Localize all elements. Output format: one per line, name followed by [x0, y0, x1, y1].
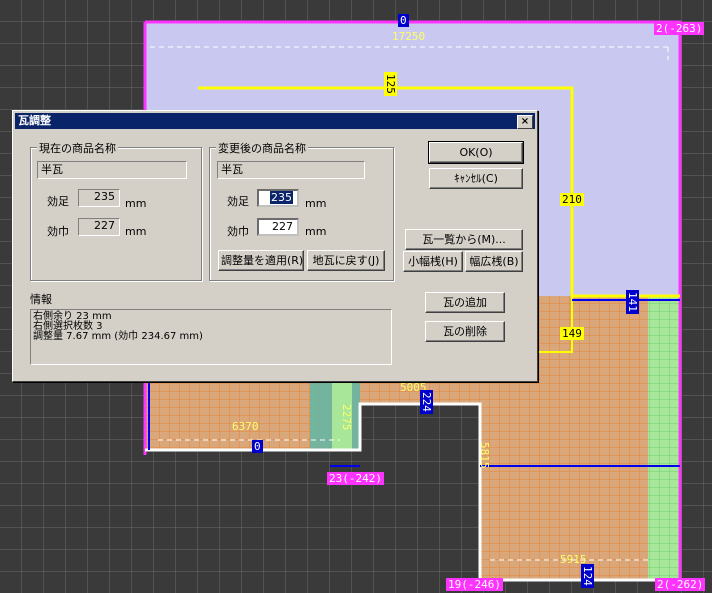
- group-title: 現在の商品名称: [37, 140, 118, 156]
- dim-label: 6370: [232, 420, 259, 433]
- point-label: 19(-246): [446, 578, 503, 591]
- current-kouashi-value: 235: [78, 189, 120, 207]
- current-kouhaba-label: 効巾: [47, 225, 69, 238]
- changed-product-name: 半瓦: [217, 161, 365, 179]
- current-kouhaba-value: 227: [78, 218, 120, 236]
- unit-label: mm: [305, 197, 327, 210]
- info-label: 情報: [30, 293, 52, 306]
- from-tile-list-button[interactable]: 瓦一覧から(M)...: [405, 229, 523, 250]
- dialog-titlebar[interactable]: 瓦調整 ×: [15, 113, 535, 129]
- tile-adjust-dialog: 瓦調整 × 現在の商品名称 半瓦 効足 235 mm 効巾 227 mm 変更後…: [12, 110, 538, 382]
- changed-kouhaba-input[interactable]: 227: [257, 218, 299, 236]
- selected-text: 235: [270, 191, 293, 204]
- dim-label: 0: [398, 14, 409, 27]
- cancel-button[interactable]: ｷｬﾝｾﾙ(C): [429, 168, 523, 189]
- current-product-name: 半瓦: [37, 161, 187, 179]
- restore-base-tile-button[interactable]: 地瓦に戻す(J): [307, 250, 385, 271]
- dim-label: 224: [420, 390, 433, 414]
- dialog-title: 瓦調整: [18, 114, 51, 127]
- info-box: 右側余り 23 mm 右側選択枚数 3 調整量 7.67 mm (効巾 234.…: [30, 309, 392, 365]
- dim-label: 149: [560, 327, 584, 340]
- changed-kouhaba-label: 効巾: [227, 225, 249, 238]
- ok-button[interactable]: OK(O): [428, 141, 524, 164]
- dim-label: 17250: [392, 30, 426, 43]
- dim-label: 5815: [478, 442, 491, 469]
- dim-label: 141: [626, 290, 639, 314]
- point-label: 23(-242): [327, 472, 384, 485]
- dim-label: 0: [252, 440, 263, 453]
- unit-label: mm: [125, 225, 147, 238]
- apply-adjust-button[interactable]: 調整量を適用(R): [218, 250, 304, 271]
- info-line: 調整量 7.67 mm (効巾 234.67 mm): [33, 331, 203, 342]
- group-title: 変更後の商品名称: [216, 140, 308, 156]
- dim-label: 2275: [340, 404, 353, 431]
- dim-label: 125: [384, 72, 397, 96]
- dim-label: 210: [560, 193, 584, 206]
- unit-label: mm: [125, 197, 147, 210]
- dim-label: 124: [581, 564, 594, 588]
- unit-label: mm: [305, 225, 327, 238]
- changed-kouashi-label: 効足: [227, 195, 249, 208]
- delete-tile-button[interactable]: 瓦の削除: [425, 321, 505, 342]
- wide-width-batten-button[interactable]: 幅広桟(B): [465, 251, 523, 272]
- small-width-batten-button[interactable]: 小幅桟(H): [403, 251, 463, 272]
- point-label: 2(-263): [654, 22, 705, 35]
- point-label: 2(-262): [655, 578, 706, 591]
- current-kouashi-label: 効足: [47, 195, 69, 208]
- close-icon[interactable]: ×: [517, 115, 533, 129]
- changed-kouashi-input[interactable]: 235: [257, 189, 299, 207]
- add-tile-button[interactable]: 瓦の追加: [425, 292, 505, 313]
